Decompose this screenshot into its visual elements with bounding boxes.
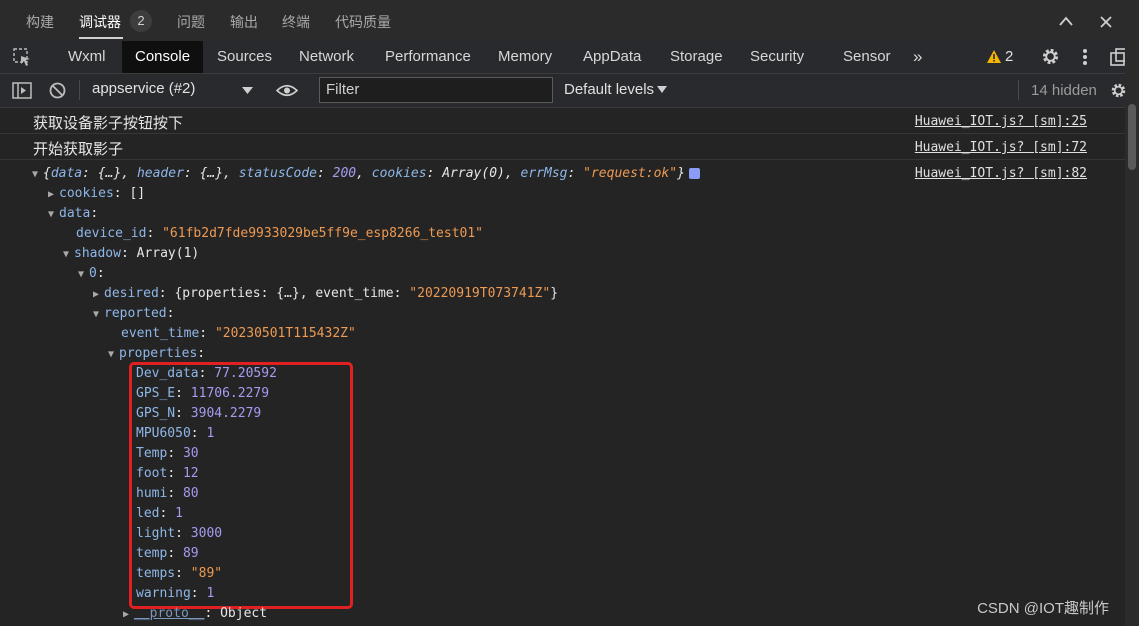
filter-box xyxy=(319,77,553,103)
toolbar-divider xyxy=(79,80,80,100)
filter-input[interactable] xyxy=(324,80,548,99)
tree-row-device-id[interactable]: device_id: "61fb2d7fde9933029be5ff9e_esp… xyxy=(76,226,483,241)
tab-memory[interactable]: Memory xyxy=(498,41,552,73)
clear-console-icon[interactable] xyxy=(49,82,66,99)
watermark: CSDN @IOT趣制作 xyxy=(977,600,1109,617)
expand-triangle-icon[interactable]: ▼ xyxy=(48,209,59,220)
info-icon[interactable] xyxy=(688,168,700,179)
tab-debugger[interactable]: 调试器 xyxy=(79,12,121,32)
log-levels-dropdown[interactable]: Default levels xyxy=(564,81,654,98)
tab-network[interactable]: Network xyxy=(299,41,354,73)
console-settings-gear-icon[interactable] xyxy=(1110,82,1127,99)
expand-triangle-icon[interactable]: ▼ xyxy=(78,269,89,280)
tree-row-reported[interactable]: ▼ reported: xyxy=(93,306,174,321)
console-message: 开始获取影子 Huawei_IOT.js? [sm]:72 xyxy=(0,134,1125,160)
tab-console[interactable]: Console xyxy=(122,41,204,73)
tab-performance[interactable]: Performance xyxy=(385,41,471,73)
tree-row-index[interactable]: ▼ 0: xyxy=(78,266,105,281)
tab-problems[interactable]: 问题 xyxy=(177,12,205,32)
tab-storage[interactable]: Storage xyxy=(670,41,723,73)
expand-triangle-icon[interactable]: ▼ xyxy=(32,169,43,180)
tab-wxml[interactable]: Wxml xyxy=(58,41,116,73)
highlight-annotation-box xyxy=(129,362,353,609)
message-text: 开始获取影子 xyxy=(33,141,124,158)
message-text: 获取设备影子按钮按下 xyxy=(33,115,184,132)
levels-dropdown-arrow-icon[interactable] xyxy=(657,86,667,93)
tree-row-proto[interactable]: ▶ __proto__: Object xyxy=(123,606,267,621)
scrollbar-thumb[interactable] xyxy=(1128,104,1136,170)
settings-gear-icon[interactable] xyxy=(1041,47,1060,66)
top-panel-bar: 构建 调试器 2 问题 输出 终端 代码质量 xyxy=(0,0,1139,41)
collapsed-triangle-icon[interactable]: ▶ xyxy=(48,189,59,200)
collapse-chevron-up-icon[interactable] xyxy=(1059,16,1073,26)
expand-triangle-icon[interactable]: ▼ xyxy=(108,349,119,360)
source-link[interactable]: Huawei_IOT.js? [sm]:25 xyxy=(915,114,1087,129)
context-selector[interactable]: appservice (#2) xyxy=(92,80,195,97)
console-message: 获取设备影子按钮按下 Huawei_IOT.js? [sm]:25 xyxy=(0,108,1125,134)
source-link[interactable]: Huawei_IOT.js? [sm]:72 xyxy=(915,140,1087,155)
tab-output[interactable]: 输出 xyxy=(230,12,258,32)
tab-build[interactable]: 构建 xyxy=(26,12,54,32)
tree-row-event-time[interactable]: event_time: "20230501T115432Z" xyxy=(121,326,356,341)
live-expression-eye-icon[interactable] xyxy=(276,83,298,98)
vertical-scrollbar[interactable] xyxy=(1125,41,1139,626)
tab-sensor[interactable]: Sensor xyxy=(843,41,891,73)
tree-row-data[interactable]: ▼ data: xyxy=(48,206,98,221)
tab-terminal[interactable]: 终端 xyxy=(282,12,310,32)
collapsed-triangle-icon[interactable]: ▶ xyxy=(93,289,104,300)
hidden-messages-count[interactable]: 14 hidden xyxy=(1031,82,1097,99)
console-output: 获取设备影子按钮按下 Huawei_IOT.js? [sm]:25 开始获取影子… xyxy=(0,108,1125,626)
devtools-tab-row: Wxml Console Sources Network Performance… xyxy=(0,41,1139,74)
more-options-icon[interactable] xyxy=(1082,48,1088,66)
tab-sources[interactable]: Sources xyxy=(217,41,272,73)
tab-appdata[interactable]: AppData xyxy=(583,41,641,73)
tree-row-properties[interactable]: ▼ properties: xyxy=(108,346,205,361)
source-link[interactable]: Huawei_IOT.js? [sm]:82 xyxy=(915,166,1087,181)
tab-security[interactable]: Security xyxy=(750,41,804,73)
tree-row-cookies[interactable]: ▶ cookies: [] xyxy=(48,186,145,201)
close-icon[interactable] xyxy=(1100,16,1112,28)
toolbar-divider-right xyxy=(1018,80,1019,100)
more-tabs-button[interactable]: » xyxy=(913,41,922,73)
tree-row-desired[interactable]: ▶ desired: {properties: {…}, event_time: … xyxy=(93,286,558,301)
warning-count[interactable]: 2 xyxy=(1005,48,1013,65)
expand-triangle-icon[interactable]: ▼ xyxy=(93,309,104,320)
console-toolbar: appservice (#2) Default levels 14 hidden xyxy=(0,74,1139,108)
expand-triangle-icon[interactable]: ▼ xyxy=(63,249,74,260)
inspect-element-icon[interactable] xyxy=(13,48,32,67)
active-tab-underline xyxy=(79,37,123,39)
tree-row-shadow[interactable]: ▼ shadow: Array(1) xyxy=(63,246,199,261)
debugger-count-badge: 2 xyxy=(130,10,152,32)
tab-code-quality[interactable]: 代码质量 xyxy=(335,12,391,32)
warning-icon[interactable] xyxy=(987,50,1001,63)
response-object-summary[interactable]: ▼ {data: {…}, header: {…}, statusCode: 20… xyxy=(32,166,700,181)
sidebar-toggle-icon[interactable] xyxy=(12,82,32,99)
collapsed-triangle-icon[interactable]: ▶ xyxy=(123,609,134,620)
context-dropdown-arrow-icon[interactable] xyxy=(242,87,253,94)
